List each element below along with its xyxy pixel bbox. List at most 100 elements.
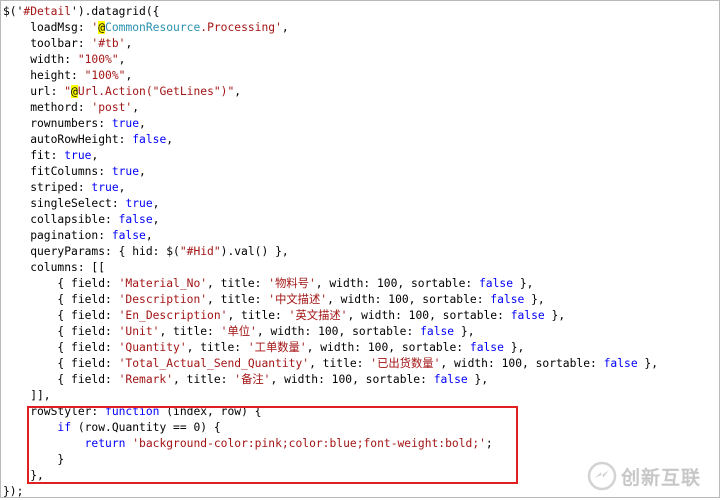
code-token: toolbar: [3,37,92,50]
code-token: , title: [227,309,289,322]
code-token: ').datagrid({ [71,5,160,18]
code-line: collapsible: false, [3,212,658,228]
code-token: , width: 100, sortable: [347,309,511,322]
code-token: 'post' [91,101,133,114]
code-token: url: [3,85,65,98]
code-token: { field: [3,293,119,306]
code-token: '物料号' [268,277,316,290]
code-token: }); [3,485,24,498]
code-token: false [132,133,167,146]
code-token: , width: 100, sortable: [315,277,479,290]
code-token: false [603,357,638,370]
code-token: true [125,197,153,210]
code-token: ]], [3,389,51,402]
code-token: autoRowHeight: [3,133,133,146]
code-line: striped: true, [3,180,658,196]
code-token: '备注' [234,373,271,386]
code-token: $(' [3,5,24,18]
code-line: { field: 'Material_No', title: '物料号', wi… [3,276,658,292]
code-token: 'Total_Actual_Send_Quantity' [118,357,310,370]
code-token: }, [637,357,659,370]
code-token: "#Hid" [179,245,221,258]
code-token: CommonResource [105,21,201,34]
code-token: 'Quantity' [118,341,187,354]
code-line: ]], [3,388,658,404]
code-token: , width: 100, sortable: [256,325,421,338]
code-line: { field: 'Description', title: '中文描述', w… [3,292,658,308]
code-line: { field: 'Unit', title: '单位', width: 100… [3,324,658,340]
code-screenshot-frame: $('#Detail').datagrid({ loadMsg: '@Commo… [0,0,720,498]
code-token: , [125,37,133,50]
code-token: , [139,165,146,178]
code-line: { field: 'Quantity', title: '工单数量', widt… [3,340,658,356]
code-token: { field: [3,325,119,338]
code-line: width: "100%", [3,52,658,68]
code-token: { field: [3,341,119,354]
code-token: true [111,117,140,130]
code-token: , title: [159,325,221,338]
code-line: { field: 'En_Description', title: '英文描述'… [3,308,658,324]
code-token: fitColumns: [3,165,112,178]
code-token: false [111,229,146,242]
code-token: true [111,165,140,178]
code-token: }, [467,373,489,386]
code-token: ).val() }, [220,245,289,258]
code-token: , title: [309,357,371,370]
code-line: queryParams: { hid: $("#Hid").val() }, [3,244,658,260]
code-token: , width: 100, sortable: [327,293,491,306]
code-token: , width: 100, sortable: [306,341,470,354]
code-token: }, [544,309,566,322]
code-token: { field: [3,357,119,370]
code-token: }, [513,277,534,290]
code-line: fit: true, [3,148,658,164]
code-token: }, [454,325,475,338]
code-token: false [118,213,153,226]
code-token: , [125,69,133,82]
highlight-box-rowstyler [27,406,518,484]
code-token: , title: [207,277,269,290]
code-token: singleSelect: [3,197,126,210]
code-token: rownumbers: [3,117,112,130]
code-token: , [91,149,99,162]
code-token: }, [503,341,525,354]
code-token: '英文描述' [288,309,348,322]
code-token: '已出货数量' [370,357,441,370]
code-token: #Detail [23,5,72,18]
code-line: toolbar: '#tb', [3,36,658,52]
code-token: 'Description' [118,293,208,306]
code-token: }, [524,293,545,306]
code-token: striped: [3,181,92,194]
code-token: 'En_Description' [118,309,228,322]
code-token: fit: [3,149,65,162]
code-token: 'Remark' [118,373,174,386]
code-token: methord: [3,101,92,114]
code-token: , [281,21,289,34]
code-token: .Processing' [200,21,282,34]
code-token: width: [3,53,78,66]
code-line: loadMsg: '@CommonResource.Processing', [3,20,658,36]
code-token: 'Unit' [118,325,160,338]
code-token: '单位' [220,325,257,338]
code-token: , [145,229,153,242]
code-token: , title: [186,341,248,354]
code-token: height: [3,69,85,82]
code-token: , [118,53,126,66]
watermark: 创新互联 [587,459,715,493]
code-line: { field: 'Remark', title: '备注', width: 1… [3,372,658,388]
code-token: , width: 100, sortable: [440,357,604,370]
code-token: pagination: [3,229,112,242]
code-token: columns: [[ [3,261,106,274]
chuangxin-logo-icon [587,461,617,491]
code-token: , [139,117,146,130]
code-line: height: "100%", [3,68,658,84]
code-token: , [166,133,174,146]
code-token: true [64,149,92,162]
code-token: Url.Action("GetLines")" [77,85,235,98]
code-token: false [469,341,504,354]
code-token: { field: [3,309,119,322]
code-line: fitColumns: true, [3,164,658,180]
code-token: queryParams: { hid: $( [3,245,180,258]
code-line: url: "@Url.Action("GetLines")", [3,84,658,100]
code-token: , title: [207,293,269,306]
code-token: , [152,213,160,226]
